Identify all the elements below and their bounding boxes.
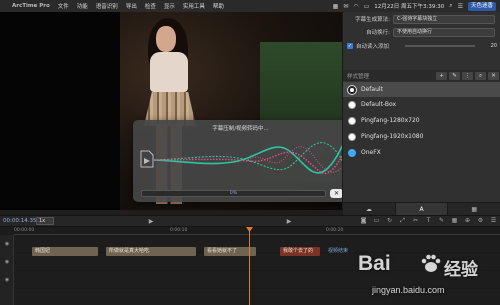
style-item-label: Default-Box — [361, 101, 397, 108]
battery-icon[interactable]: ▭ — [364, 3, 370, 10]
edit-style-icon[interactable]: ✎ — [449, 71, 460, 80]
menu-speech-recognition[interactable]: 语音识别 — [96, 2, 118, 10]
style-item-pingfang-1080[interactable]: Pingfang-1920x1080 — [343, 129, 500, 144]
subtitle-clip[interactable]: 我敢个去了的 — [280, 247, 320, 256]
style-radio-icon — [348, 148, 356, 157]
current-timecode: 00:00:14.350 — [3, 218, 40, 224]
wifi-icon[interactable]: ◠ — [353, 3, 358, 10]
watermark-jingyan: 经验 — [444, 260, 478, 280]
grid-icon[interactable]: ▦ — [333, 3, 339, 10]
menu-function[interactable]: 功能 — [77, 2, 88, 10]
play-from-start-icon[interactable]: ▶ — [142, 218, 160, 225]
menu-help[interactable]: 帮助 — [213, 2, 224, 10]
tab-cloud-icon[interactable]: ☁ — [343, 203, 396, 215]
auto-read-row: ✓ 自动读入添加 20 — [347, 41, 500, 51]
add-style-icon[interactable]: + — [436, 71, 447, 80]
list-icon[interactable]: ☰ — [458, 3, 463, 10]
camera-icon[interactable]: ◙ — [357, 217, 370, 225]
expand-icon[interactable]: ⤢ — [396, 217, 409, 225]
track-visibility-icon[interactable]: ◉ — [3, 241, 11, 247]
progress-bar: 0% — [141, 190, 326, 197]
style-item-pingfang-720[interactable]: Pingfang-1280x720 — [343, 113, 500, 128]
subtitle-clip[interactable]: 所做就是真大哈吃. — [106, 247, 196, 256]
style-item-label: OneFX — [361, 149, 381, 156]
loop-icon[interactable]: ↻ — [383, 217, 396, 225]
style-item-label: Pingfang-1920x1080 — [361, 133, 424, 140]
zoom-icon[interactable]: ⊕ — [461, 217, 474, 225]
style-item-label: Default — [361, 86, 383, 93]
transcode-waveform-animation — [153, 142, 348, 175]
menubar-clock[interactable]: 12月22日 周五下午3:39:30 — [374, 2, 444, 10]
style-radio-icon — [348, 132, 356, 141]
progress-label: 0% — [229, 191, 238, 196]
play-icon[interactable]: ▶ — [280, 218, 298, 225]
ruler-tick: 00:00:00 — [14, 228, 35, 233]
playback-toolbar: 00:00:14.350 1x ▶ ▶ ◙ ▭ ↻ ⤢ ✂ T ✎ ▦ ⊕ ⚙ … — [0, 215, 500, 227]
watermark-url: jingyan.baidu.com — [372, 285, 445, 295]
style-item-label: Pingfang-1280x720 — [361, 117, 420, 124]
menu-file[interactable]: 文件 — [58, 2, 69, 10]
style-item-onefx[interactable]: OneFX — [343, 145, 500, 160]
app-menu[interactable]: ArcTime Pro — [12, 3, 50, 9]
auto-wrap-row: 自动换行: 不使用自动换行 — [343, 27, 500, 37]
style-radio-icon — [348, 85, 356, 94]
scissors-icon[interactable]: ✂ — [409, 217, 422, 225]
style-radio-icon — [348, 116, 356, 125]
auto-wrap-label: 自动换行: — [366, 30, 390, 36]
menu-check[interactable]: 检查 — [145, 2, 156, 10]
settings-panel: 字幕生成算法: C-强待字幕块独立 自动换行: 不使用自动换行 ✓ 自动读入添加… — [342, 12, 500, 215]
ruler-tick: 0:00:10 — [170, 228, 188, 233]
watermark-brand: Bai — [358, 252, 391, 275]
style-item-default-box[interactable]: Default-Box — [343, 97, 500, 112]
baidu-jingyan-watermark: Bai 经验 jingyan.baidu.com — [358, 252, 498, 302]
video-file-icon — [140, 150, 154, 168]
subtitle-algorithm-label: 字幕生成算法: — [355, 17, 390, 23]
ruler-tick: 0:00:20 — [326, 228, 344, 233]
tab-grid-icon[interactable]: ▦ — [448, 203, 500, 215]
performer-top — [150, 52, 188, 92]
style-manager-header: 样式管理 + ✎ ⋮ ⌕ ✕ — [343, 70, 500, 81]
weather-widget[interactable]: 天色迷香 — [467, 1, 496, 11]
style-manager-title: 样式管理 — [347, 73, 370, 80]
playhead[interactable] — [246, 227, 253, 305]
text-icon[interactable]: T — [422, 217, 435, 225]
delete-style-icon[interactable]: ✕ — [488, 71, 499, 80]
auto-read-checkbox[interactable]: ✓ — [347, 43, 353, 49]
menu-utilities[interactable]: 实用工具 — [183, 2, 205, 10]
style-radio-icon — [348, 100, 356, 109]
toolbar-right-tools: ◙ ▭ ↻ ⤢ ✂ T ✎ ▦ ⊕ ⚙ ☰ — [357, 217, 500, 225]
track-visibility-icon[interactable]: ◉ — [3, 259, 11, 265]
menu-export[interactable]: 导出 — [126, 2, 137, 10]
panel-tab-bar: ☁ A ▦ — [343, 202, 500, 215]
video-preview-left-bar — [0, 12, 120, 210]
screen-icon[interactable]: ▭ — [370, 217, 383, 225]
more-style-icon[interactable]: ⋮ — [462, 71, 473, 80]
track-visibility-icon[interactable]: ◉ — [3, 277, 11, 283]
style-item-default[interactable]: Default — [343, 82, 500, 97]
video-end-label: 视频结束 — [328, 248, 349, 254]
grid-view-icon[interactable]: ▦ — [448, 217, 461, 225]
playback-speed-select[interactable]: 1x — [36, 217, 54, 225]
search-icon[interactable]: ⌕ — [449, 2, 452, 10]
paw-logo-icon — [421, 254, 441, 272]
subtitle-algorithm-select[interactable]: C-强待字幕块独立 — [393, 14, 495, 24]
search-style-icon[interactable]: ⌕ — [475, 71, 486, 80]
transcode-progress-dialog: 字幕压制/视频转码中... 0% ✕ — [133, 120, 348, 202]
auto-wrap-select[interactable]: 不使用自动换行 — [393, 27, 495, 37]
menubar-status-area: ▦ ✉ ◠ ▭ 12月22日 周五下午3:39:30 ⌕ ☰ 天色迷香 — [333, 1, 500, 11]
performer-face — [156, 26, 176, 52]
time-ruler[interactable]: 00:00:00 0:00:10 0:00:20 — [14, 227, 500, 235]
brush-icon[interactable]: ✎ — [435, 217, 448, 225]
auto-read-value[interactable]: 20 — [483, 43, 497, 49]
menu-icon[interactable]: ☰ — [487, 217, 500, 225]
track-header: ◉ ◉ ◉ — [0, 235, 14, 305]
auto-read-slider[interactable] — [405, 45, 475, 47]
subtitle-algorithm-row: 字幕生成算法: C-强待字幕块独立 — [343, 14, 500, 24]
menu-display[interactable]: 显示 — [164, 2, 175, 10]
settings-icon[interactable]: ⚙ — [474, 217, 487, 225]
subtitle-clip[interactable]: 韩国妞 — [32, 247, 98, 256]
tab-text-style-icon[interactable]: A — [395, 203, 449, 215]
mail-icon[interactable]: ✉ — [343, 3, 348, 10]
menu-bar: ArcTime Pro 文件 功能 语音识别 导出 检查 显示 实用工具 帮助 … — [0, 0, 500, 12]
